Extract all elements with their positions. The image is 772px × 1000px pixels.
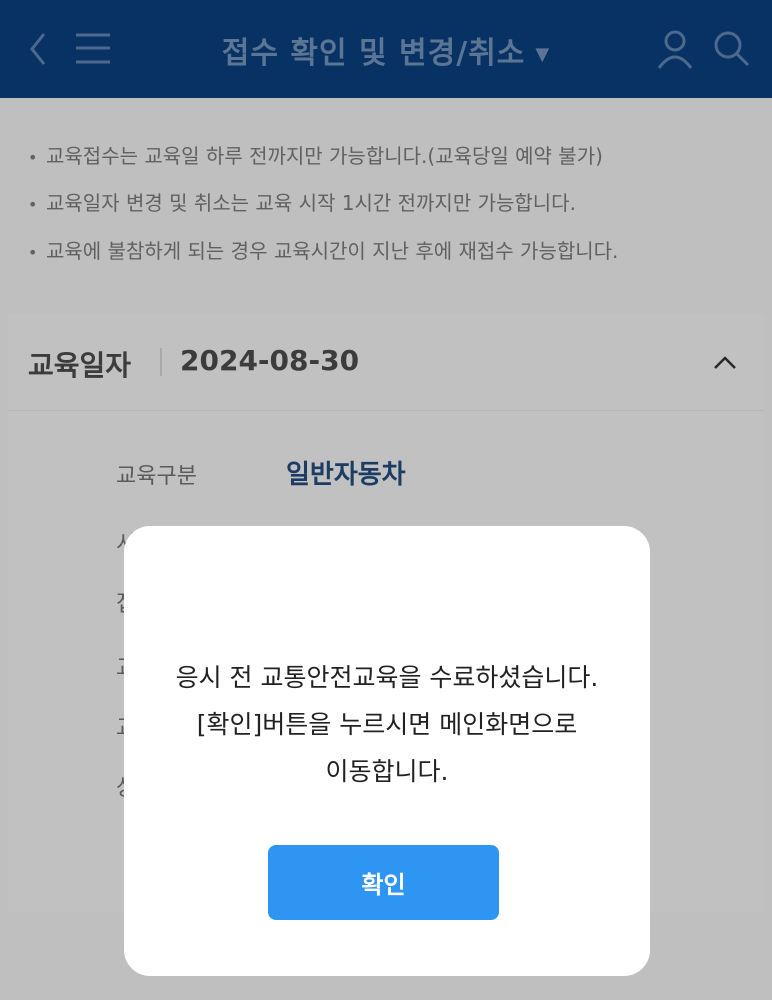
confirm-button[interactable]: 확인 <box>268 845 499 920</box>
dialog-message-line: 이동합니다. <box>325 757 449 786</box>
dialog-message-line: [확인]버튼을 누르시면 메인화면으로 <box>196 710 578 739</box>
completion-dialog: 응시 전 교통안전교육을 수료하셨습니다. [확인]버튼을 누르시면 메인화면으… <box>124 526 650 976</box>
dialog-message-line: 응시 전 교통안전교육을 수료하셨습니다. <box>175 663 599 692</box>
dialog-message: 응시 전 교통안전교육을 수료하셨습니다. [확인]버튼을 누르시면 메인화면으… <box>144 654 630 795</box>
